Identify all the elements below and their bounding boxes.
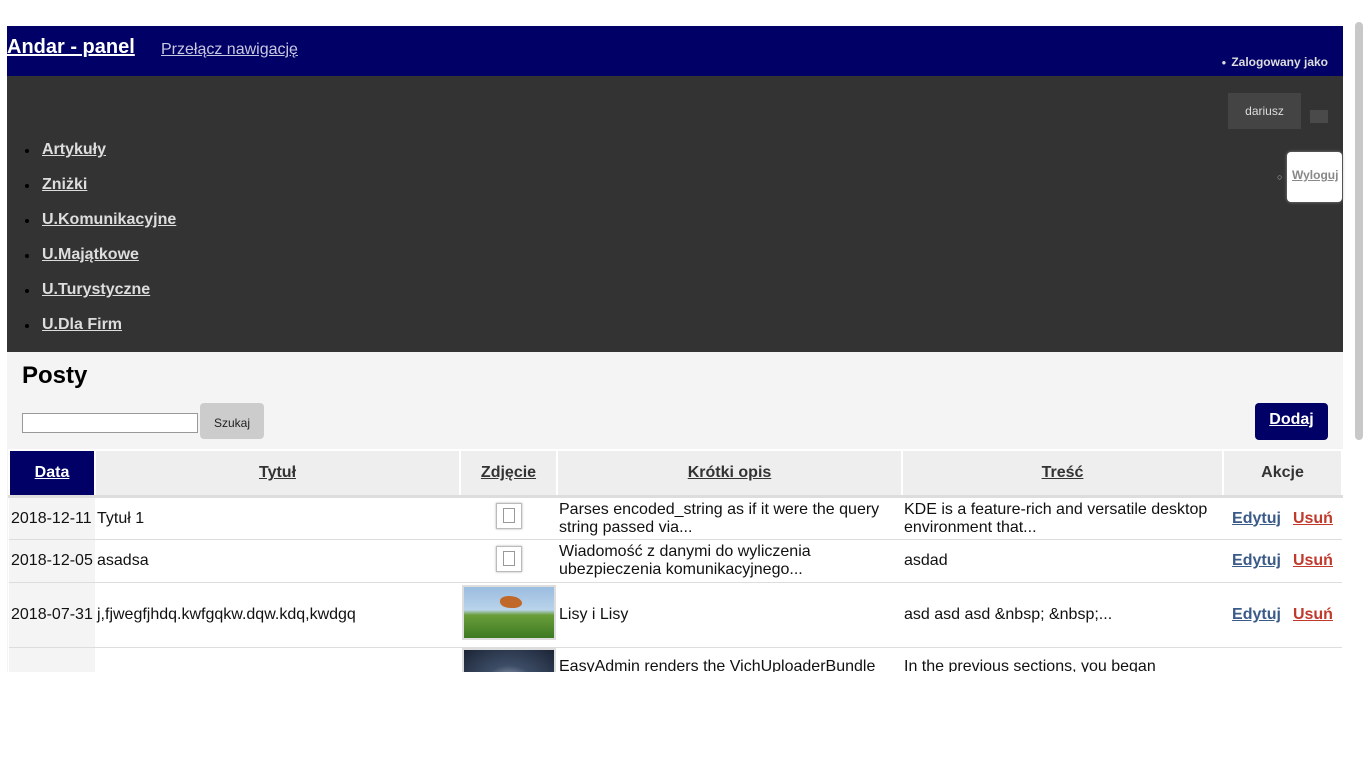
sidebar-item-label[interactable]: U.Majątkowe	[42, 246, 139, 264]
edit-link[interactable]: Edytuj	[1232, 510, 1281, 527]
page-title: Posty	[22, 362, 88, 389]
cell-title: j,fjwegfjhdq.kwfgqkw.dqw.kdq,kwdgq	[95, 582, 460, 648]
sidebar-item-label[interactable]: U.Dla Firm	[42, 316, 122, 334]
table-row: 2018-12-05 asadsa Wiadomość z danymi do …	[9, 539, 1342, 583]
delete-link[interactable]: Usuń	[1293, 552, 1333, 569]
cell-date: 2018-12-05	[9, 539, 95, 583]
table-row: 2018-12-11 Tytuł 1 Parses encoded_string…	[9, 496, 1342, 540]
logout-link[interactable]: Wyloguj	[1292, 168, 1338, 182]
main-content: Posty Szukaj Dodaj Data Tytuł Zdjęcie Kr…	[7, 352, 1343, 672]
cell-date	[9, 647, 95, 672]
cell-image	[460, 539, 557, 583]
cell-image	[460, 582, 557, 648]
logged-as-text: Zalogowany jako	[1231, 55, 1328, 69]
sidebar-item-label[interactable]: U.Turystyczne	[42, 281, 150, 299]
cell-content: asdad	[902, 539, 1223, 583]
column-header-label[interactable]: Zdjęcie	[481, 464, 536, 481]
top-bar: Andar - panel Przełącz nawigację ● Zalogo…	[7, 26, 1343, 76]
bullet-icon	[25, 219, 29, 223]
cell-content: asd asd asd &nbsp; &nbsp;...	[902, 582, 1223, 648]
column-header-content[interactable]: Treść	[901, 449, 1224, 498]
edit-link[interactable]: Edytuj	[1232, 552, 1281, 569]
cell-short: Lisy i Lisy	[557, 582, 902, 648]
navigation-area: dariusz ○ Wyloguj Artykuły Zniżki U.Komu…	[7, 76, 1343, 352]
cell-content: KDE is a feature-rich and versatile desk…	[902, 496, 1223, 540]
delete-link[interactable]: Usuń	[1293, 510, 1333, 527]
delete-link[interactable]: Usuń	[1293, 606, 1333, 623]
cell-short: Wiadomość z danymi do wyliczenia ubezpie…	[557, 539, 902, 583]
cell-content: In the previous sections, you began	[902, 647, 1223, 672]
table-row: EasyAdmin renders the VichUploaderBundle…	[9, 647, 1342, 672]
column-header-label[interactable]: Krótki opis	[688, 464, 772, 481]
toggle-navigation-link[interactable]: Przełącz nawigację	[161, 41, 298, 59]
logged-as-label: ● Zalogowany jako	[1221, 55, 1328, 69]
cell-image	[460, 647, 557, 672]
column-header-image[interactable]: Zdjęcie	[459, 449, 558, 498]
night-photo	[462, 648, 556, 672]
cell-actions: Edytuj Usuń	[1223, 582, 1342, 648]
vertical-scrollbar[interactable]	[1351, 0, 1366, 768]
bullet-icon	[25, 289, 29, 293]
column-header-label[interactable]: Tytuł	[259, 464, 296, 481]
user-menu-toggle[interactable]	[1310, 110, 1328, 123]
cell-image	[460, 496, 557, 540]
sidebar-item-label[interactable]: Artykuły	[42, 141, 106, 159]
column-header-label[interactable]: Treść	[1042, 464, 1084, 481]
column-header-title[interactable]: Tytuł	[94, 449, 461, 498]
scrollbar-thumb[interactable]	[1355, 22, 1363, 440]
cell-actions: Edytuj Usuń	[1223, 539, 1342, 583]
search-input[interactable]	[22, 413, 198, 433]
cell-title: asadsa	[95, 539, 460, 583]
bullet-icon	[25, 184, 29, 188]
bullet-icon	[25, 324, 29, 328]
cell-short: EasyAdmin renders the VichUploaderBundle	[557, 647, 902, 672]
cell-actions: Edytuj Usuń	[1223, 496, 1342, 540]
posts-table: Data Tytuł Zdjęcie Krótki opis Treść Akc…	[8, 449, 1343, 672]
sidebar-item-label[interactable]: U.Komunikacyjne	[42, 211, 176, 229]
broken-image-icon	[495, 503, 522, 529]
column-header-date[interactable]: Data	[8, 449, 96, 498]
bullet-icon: ●	[1221, 58, 1227, 68]
bullet-icon	[25, 149, 29, 153]
circle-bullet-icon: ○	[1277, 172, 1283, 182]
broken-image-icon	[495, 545, 522, 572]
logout-dropdown: Wyloguj	[1287, 152, 1342, 202]
cell-title	[95, 647, 460, 672]
cell-short: Parses encoded_string as if it were the …	[557, 496, 902, 540]
cell-date: 2018-07-31	[9, 582, 95, 648]
column-header-short[interactable]: Krótki opis	[556, 449, 903, 498]
column-header-actions: Akcje	[1222, 449, 1343, 498]
sidebar-item-label[interactable]: Zniżki	[42, 176, 87, 194]
cell-actions	[1223, 647, 1342, 672]
bullet-icon	[25, 254, 29, 258]
add-button[interactable]: Dodaj	[1255, 403, 1328, 440]
edit-link[interactable]: Edytuj	[1232, 606, 1281, 623]
table-header-row: Data Tytuł Zdjęcie Krótki opis Treść Akc…	[8, 449, 1343, 498]
brand-link[interactable]: Andar - panel	[7, 36, 135, 59]
fox-photo	[462, 585, 556, 640]
cell-date: 2018-12-11	[9, 496, 95, 540]
username-badge[interactable]: dariusz	[1228, 93, 1301, 129]
column-header-label[interactable]: Data	[35, 464, 70, 481]
cell-title: Tytuł 1	[95, 496, 460, 540]
table-row: 2018-07-31 j,fjwegfjhdq.kwfgqkw.dqw.kdq,…	[9, 582, 1342, 648]
search-button[interactable]: Szukaj	[200, 403, 264, 439]
